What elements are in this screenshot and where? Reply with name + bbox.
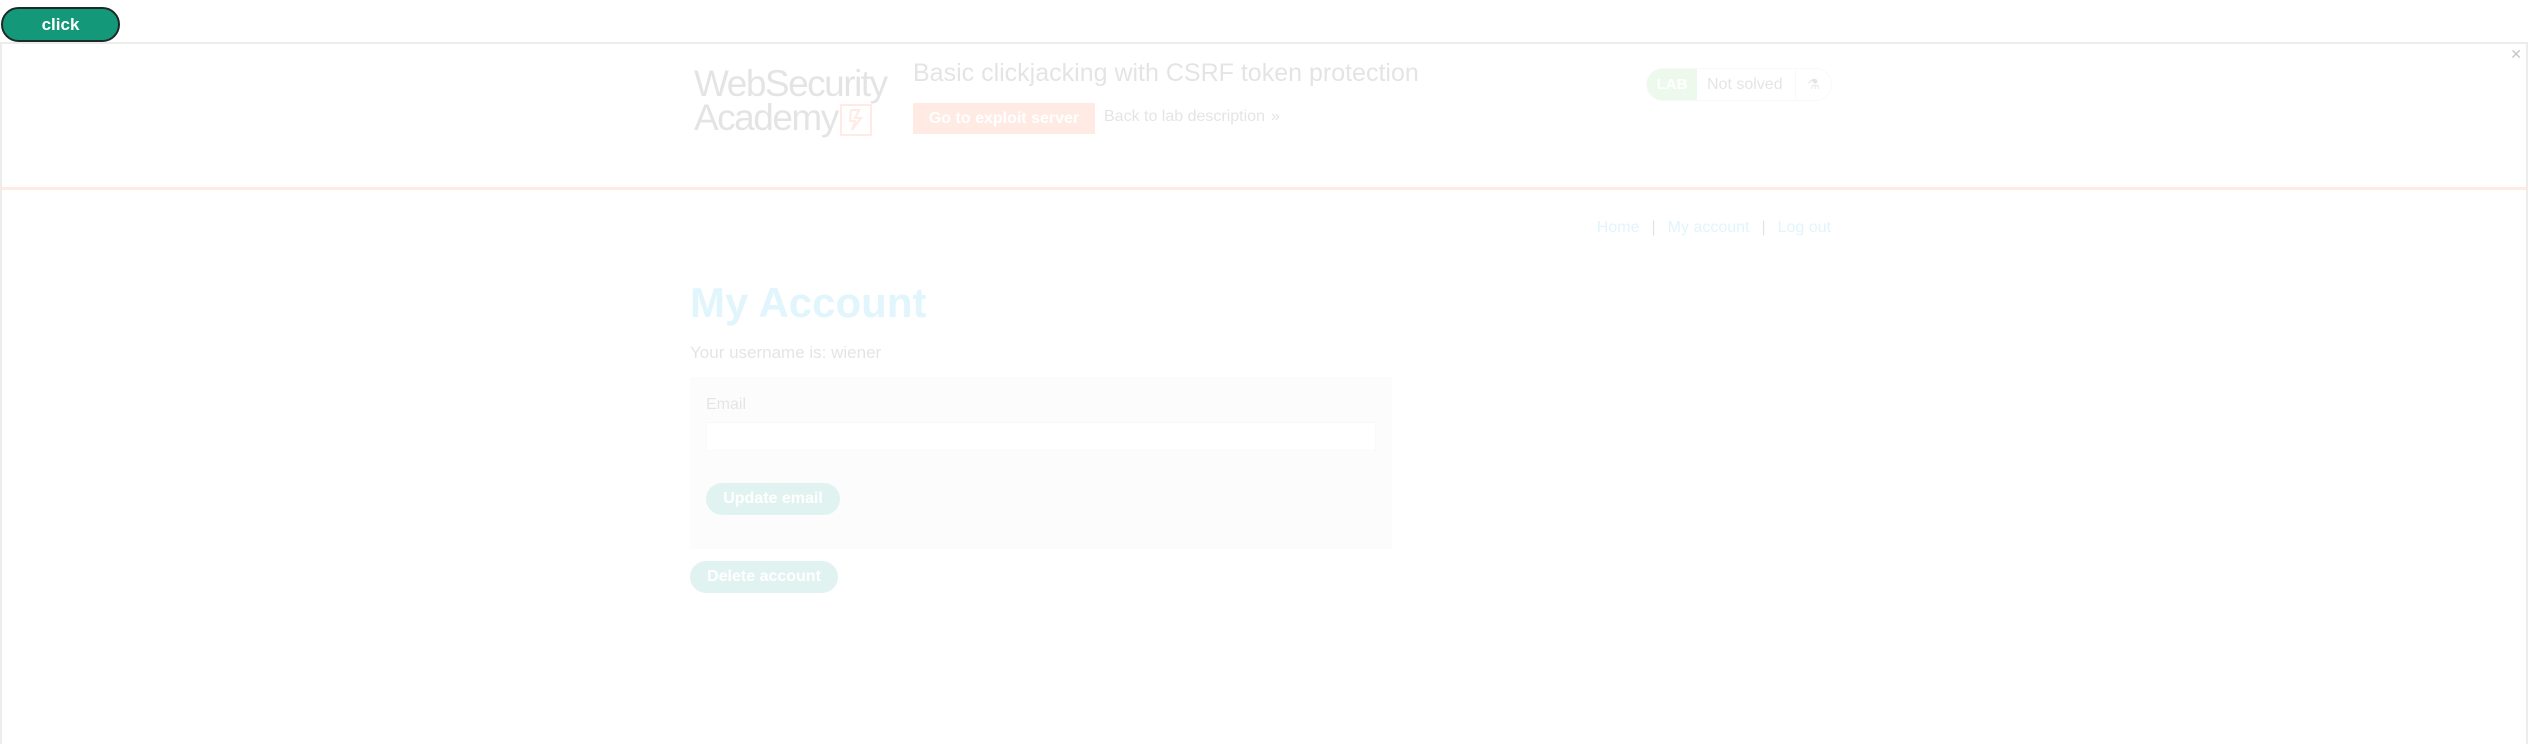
lab-status-text: Not solved [1707,75,1783,93]
bolt-icon [840,104,872,136]
nav-log-out-link[interactable]: Log out [1778,219,1831,237]
nav-my-account-link[interactable]: My account [1668,219,1750,237]
academy-header: WebSecurity Academy Basic clickjacking w… [2,44,2526,190]
target-iframe[interactable]: ✕ WebSecurity Academy Basic clickjacking… [0,42,2528,744]
nav-separator: | [1761,219,1766,236]
decoy-click-button[interactable]: click [1,7,120,42]
lab-badge: LAB [1647,69,1697,100]
attacker-page: click ✕ WebSecurity Academy Basic clickj… [0,0,2537,744]
change-email-form: Email Update email [690,377,1392,549]
lab-title: Basic clickjacking with CSRF token prote… [913,59,1419,87]
logo-line-2: Academy [694,97,839,138]
nav-home-link[interactable]: Home [1597,219,1640,237]
back-link-label: Back to lab description [1104,108,1265,125]
web-security-academy-logo[interactable]: WebSecurity Academy [694,64,894,138]
page-title: My Account [690,279,927,326]
delete-account-button[interactable]: Delete account [690,561,838,593]
go-to-exploit-server-button[interactable]: Go to exploit server [913,103,1095,134]
top-nav: Home | My account | Log out [1597,219,1831,237]
email-label: Email [706,396,747,413]
update-email-button[interactable]: Update email [706,483,840,515]
chevron-right-icon: » [1270,108,1280,125]
username-text: Your username is: wiener [690,343,882,362]
flask-icon: ⚗ [1795,69,1831,100]
nav-separator: | [1651,219,1656,236]
lab-status-widget: LAB Not solved ⚗ [1646,68,1832,101]
email-field[interactable] [706,422,1376,451]
back-to-lab-description-link[interactable]: Back to lab description » [1104,108,1280,126]
